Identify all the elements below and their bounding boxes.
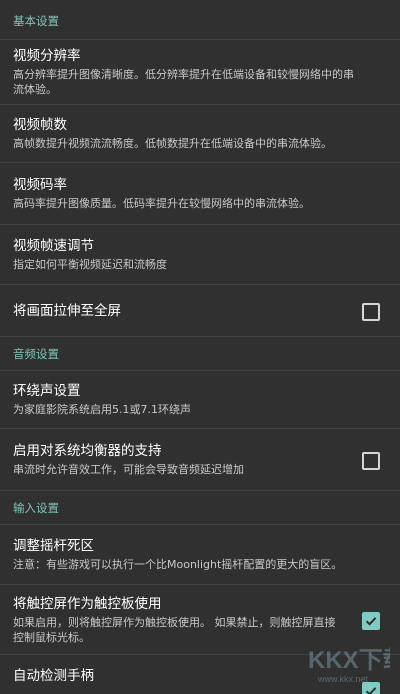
pref-summary: 高帧数提升视频流流畅度。低帧数提升在低端设备中的串流体验。: [13, 137, 332, 150]
settings-screen: 基本设置 视频分辨率 高分辨率提升图像清晰度。低分辨率提升在低端设备和较慢网络中…: [0, 0, 400, 694]
pref-summary: 注意：有些游戏可以执行一个比Moonlight摇杆配置的更大的盲区。: [13, 558, 343, 571]
pref-stick-deadzone[interactable]: 调整摇杆死区 注意：有些游戏可以执行一个比Moonlight摇杆配置的更大的盲区…: [0, 525, 400, 585]
pref-title: 将画面拉伸至全屏: [13, 302, 121, 319]
pref-title: 视频分辨率: [13, 48, 81, 64]
pref-auto-detect-gamepad[interactable]: 自动检测手柄: [0, 655, 400, 694]
pref-summary: 高分辨率提升图像清晰度。低分辨率提升在低端设备和较慢网络中的串流体验。: [13, 68, 354, 96]
pref-summary: 指定如何平衡视频延迟和流畅度: [13, 258, 167, 271]
pref-summary: 为家庭影院系统启用5.1或7.1环绕声: [13, 403, 191, 416]
pref-summary: 如果启用，则将触控屏作为触控板使用。 如果禁止，则触控屏直接控制鼠标光标。: [13, 615, 336, 644]
auto-gamepad-checkbox[interactable]: [362, 682, 380, 694]
pref-title: 环绕声设置: [13, 383, 81, 399]
pref-frame-pacing[interactable]: 视频帧速调节 指定如何平衡视频延迟和流畅度: [0, 225, 400, 285]
checkmark-icon: [365, 616, 377, 626]
stretch-checkbox[interactable]: [362, 302, 380, 321]
section-header-input: 输入设置: [0, 491, 400, 525]
pref-touchscreen-trackpad[interactable]: 将触控屏作为触控板使用 如果启用，则将触控屏作为触控板使用。 如果禁止，则触控屏…: [0, 585, 400, 655]
pref-title: 调整摇杆死区: [13, 538, 94, 554]
pref-title: 将触控屏作为触控板使用: [13, 595, 162, 612]
pref-video-fps[interactable]: 视频帧数 高帧数提升视频流流畅度。低帧数提升在低端设备中的串流体验。: [0, 105, 400, 163]
pref-title: 视频帧数: [13, 117, 67, 133]
pref-title: 自动检测手柄: [13, 668, 94, 684]
pref-surround-sound[interactable]: 环绕声设置 为家庭影院系统启用5.1或7.1环绕声: [0, 371, 400, 429]
section-header-basic: 基本设置: [0, 0, 400, 40]
pref-title: 视频帧速调节: [13, 238, 94, 254]
pref-summary: 串流时允许音效工作，可能会导致音频延迟增加: [13, 463, 244, 476]
pref-stretch-fullscreen[interactable]: 将画面拉伸至全屏: [0, 285, 400, 337]
pref-title: 视频码率: [13, 177, 67, 193]
pref-summary: 高码率提升图像质量。低码率提升在较慢网络中的串流体验。: [13, 197, 310, 210]
pref-system-equalizer[interactable]: 启用对系统均衡器的支持 串流时允许音效工作，可能会导致音频延迟增加: [0, 429, 400, 491]
equalizer-checkbox[interactable]: [362, 451, 380, 470]
checkmark-icon: [365, 687, 377, 694]
touchpad-checkbox[interactable]: [362, 611, 380, 630]
section-header-audio: 音频设置: [0, 337, 400, 371]
pref-title: 启用对系统均衡器的支持: [13, 443, 162, 459]
pref-video-resolution[interactable]: 视频分辨率 高分辨率提升图像清晰度。低分辨率提升在低端设备和较慢网络中的串流体验…: [0, 40, 400, 105]
pref-video-bitrate[interactable]: 视频码率 高码率提升图像质量。低码率提升在较慢网络中的串流体验。: [0, 163, 400, 225]
